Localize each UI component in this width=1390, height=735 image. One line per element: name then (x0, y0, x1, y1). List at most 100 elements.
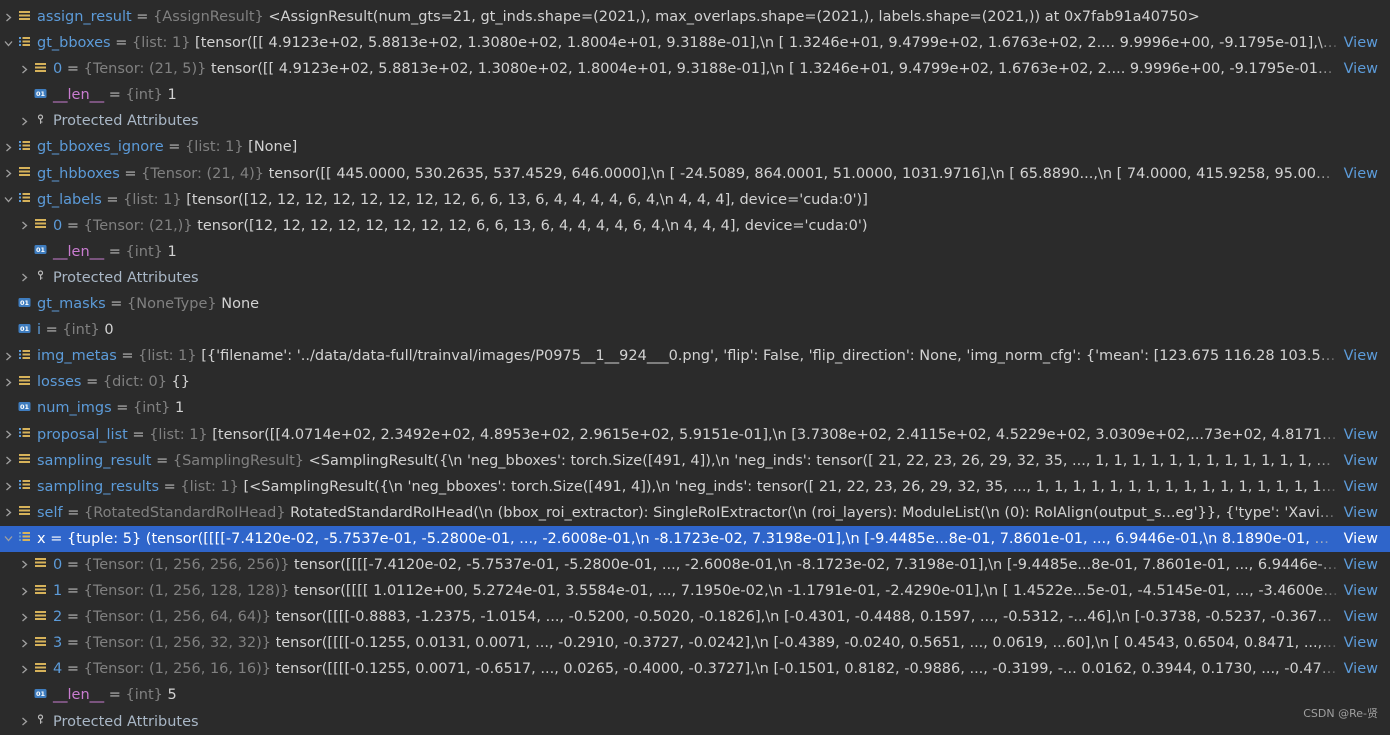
variable-row-0[interactable]: 0 = {Tensor: (21,)} tensor([12, 12, 12, … (0, 213, 1390, 239)
variable-row-assign-result[interactable]: assign_result = {AssignResult} <AssignRe… (0, 4, 1390, 30)
chevron-right-icon[interactable] (2, 369, 14, 395)
view-link[interactable]: View (1344, 604, 1378, 630)
variable-type: {list: 1} (138, 348, 197, 365)
int-icon: 01 (34, 687, 47, 700)
variable-row-self[interactable]: self = {RotatedStandardRoIHead} RotatedS… (0, 499, 1390, 526)
variable-value: RotatedStandardRoIHead(\n (bbox_roi_extr… (290, 504, 1338, 521)
variable-row-gt-bboxes-ignore[interactable]: gt_bboxes_ignore = {list: 1} [None] (0, 134, 1390, 160)
chevron-down-icon[interactable] (2, 526, 14, 552)
view-link[interactable]: View (1344, 343, 1378, 369)
variable-row-gt-bboxes[interactable]: gt_bboxes = {list: 1} [tensor([[ 4.9123e… (0, 30, 1390, 57)
chevron-right-icon[interactable] (2, 343, 14, 369)
variable-row-gt-hbboxes[interactable]: gt_hbboxes = {Tensor: (21, 4)} tensor([[… (0, 160, 1390, 187)
view-link[interactable]: View (1344, 630, 1378, 656)
variable-row-sampling-results[interactable]: sampling_results = {list: 1} [<SamplingR… (0, 473, 1390, 500)
view-link[interactable]: View (1344, 30, 1378, 56)
variable-entry: Protected Attributes (34, 108, 1338, 134)
chevron-right-icon[interactable] (18, 108, 30, 134)
chevron-down-icon[interactable] (2, 30, 14, 56)
variable-row-len[interactable]: 01 __len__ = {int} 1 (0, 82, 1390, 108)
view-link[interactable]: View (1344, 552, 1378, 578)
chevron-right-icon[interactable] (18, 578, 30, 604)
chevron-right-icon[interactable] (18, 552, 30, 578)
chevron-right-icon[interactable] (2, 474, 14, 500)
variable-row-len[interactable]: 01 __len__ = {int} 1 (0, 239, 1390, 265)
variable-name: Protected Attributes (53, 269, 199, 286)
chevron-right-icon[interactable] (18, 213, 30, 239)
equals-sign: = (105, 296, 128, 313)
chevron-right-icon[interactable] (2, 161, 14, 187)
variable-row-0[interactable]: 0 = {Tensor: (1, 256, 256, 256)} tensor(… (0, 551, 1390, 578)
variable-type: {dict: 0} (102, 374, 167, 391)
list-icon (18, 478, 31, 491)
variable-type: {list: 1} (123, 191, 182, 208)
field-icon (34, 217, 47, 230)
variable-type: {int} (125, 243, 163, 260)
view-link[interactable]: View (1344, 526, 1378, 552)
variable-row-protected-attributes[interactable]: Protected Attributes (0, 108, 1390, 134)
view-link[interactable]: View (1344, 161, 1378, 187)
variable-row-2[interactable]: 2 = {Tensor: (1, 256, 64, 64)} tensor([[… (0, 604, 1390, 631)
chevron-right-icon[interactable] (18, 604, 30, 630)
field-icon (34, 61, 47, 74)
chevron-right-icon[interactable] (18, 56, 30, 82)
int-icon: 01 (34, 243, 47, 256)
variable-entry: 1 = {Tensor: (1, 256, 128, 128)} tensor(… (34, 578, 1338, 604)
chevron-right-icon[interactable] (18, 630, 30, 656)
equals-sign: = (45, 530, 67, 547)
variable-row-i[interactable]: 01 i = {int} 0 (0, 317, 1390, 343)
value-fade (1318, 525, 1344, 552)
variable-name: losses (37, 374, 82, 391)
view-link[interactable]: View (1344, 500, 1378, 526)
variable-row-num-imgs[interactable]: 01 num_imgs = {int} 1 (0, 395, 1390, 421)
equals-sign: = (104, 87, 126, 104)
chevron-right-icon[interactable] (2, 4, 14, 30)
variable-entry: proposal_list = {list: 1} [tensor([[4.07… (18, 422, 1338, 448)
view-link[interactable]: View (1344, 448, 1378, 474)
variable-value: <AssignResult(num_gts=21, gt_inds.shape=… (268, 9, 1200, 25)
view-link[interactable]: View (1344, 656, 1378, 682)
variable-row-gt-labels[interactable]: gt_labels = {list: 1} [tensor([12, 12, 1… (0, 187, 1390, 213)
variable-type: {list: 1} (185, 139, 244, 156)
view-link[interactable]: View (1344, 422, 1378, 448)
chevron-right-icon[interactable] (2, 500, 14, 526)
variable-row-proposal-list[interactable]: proposal_list = {list: 1} [tensor([[4.07… (0, 421, 1390, 448)
variable-row-sampling-result[interactable]: sampling_result = {SamplingResult} <Samp… (0, 447, 1390, 474)
variable-row-4[interactable]: 4 = {Tensor: (1, 256, 16, 16)} tensor([[… (0, 656, 1390, 683)
value-fade (1318, 551, 1344, 578)
equals-sign: = (127, 426, 150, 443)
variable-name: num_imgs (37, 400, 112, 417)
chevron-right-icon[interactable] (18, 709, 30, 735)
equals-sign: = (62, 635, 84, 652)
chevron-right-icon[interactable] (2, 134, 14, 160)
chevron-down-icon[interactable] (2, 187, 14, 213)
variable-entry: sampling_result = {SamplingResult} <Samp… (18, 448, 1338, 474)
chevron-right-icon[interactable] (18, 265, 30, 291)
variable-row-len[interactable]: 01 __len__ = {int} 5 (0, 682, 1390, 708)
variable-row-1[interactable]: 1 = {Tensor: (1, 256, 128, 128)} tensor(… (0, 578, 1390, 605)
variable-value: [<SamplingResult({\n 'neg_bboxes': torch… (243, 478, 1339, 495)
variable-row-losses[interactable]: losses = {dict: 0} {} (0, 369, 1390, 395)
variable-type: {Tensor: (1, 256, 128, 128)} (83, 583, 290, 600)
variable-row-img-metas[interactable]: img_metas = {list: 1} [{'filename': '../… (0, 343, 1390, 370)
equals-sign: = (62, 217, 84, 234)
list-icon (18, 348, 31, 361)
view-link[interactable]: View (1344, 474, 1378, 500)
variable-value: tensor([[[[-7.4120e-02, -5.7537e-01, -5.… (294, 556, 1338, 573)
variable-row-gt-masks[interactable]: 01 gt_masks = {NoneType} None (0, 291, 1390, 317)
variable-name: 0 (53, 61, 63, 78)
view-link[interactable]: View (1344, 578, 1378, 604)
chevron-right-icon[interactable] (18, 656, 30, 682)
chevron-right-icon[interactable] (2, 422, 14, 448)
variable-name: 1 (53, 583, 63, 600)
chevron-right-icon[interactable] (2, 448, 14, 474)
variable-row-x[interactable]: x = {tuple: 5} (tensor([[[[-7.4120e-02, … (0, 525, 1390, 552)
variable-row-3[interactable]: 3 = {Tensor: (1, 256, 32, 32)} tensor([[… (0, 630, 1390, 657)
variable-entry: Protected Attributes (34, 265, 1338, 291)
variable-entry: 01 __len__ = {int} 5 (34, 682, 1338, 708)
variable-row-protected-attributes[interactable]: Protected Attributes (0, 265, 1390, 291)
view-link[interactable]: View (1344, 56, 1378, 82)
variable-row-protected-attributes[interactable]: Protected Attributes (0, 709, 1390, 735)
int-icon: 01 (18, 322, 31, 335)
variable-row-0[interactable]: 0 = {Tensor: (21, 5)} tensor([[ 4.9123e+… (0, 56, 1390, 83)
